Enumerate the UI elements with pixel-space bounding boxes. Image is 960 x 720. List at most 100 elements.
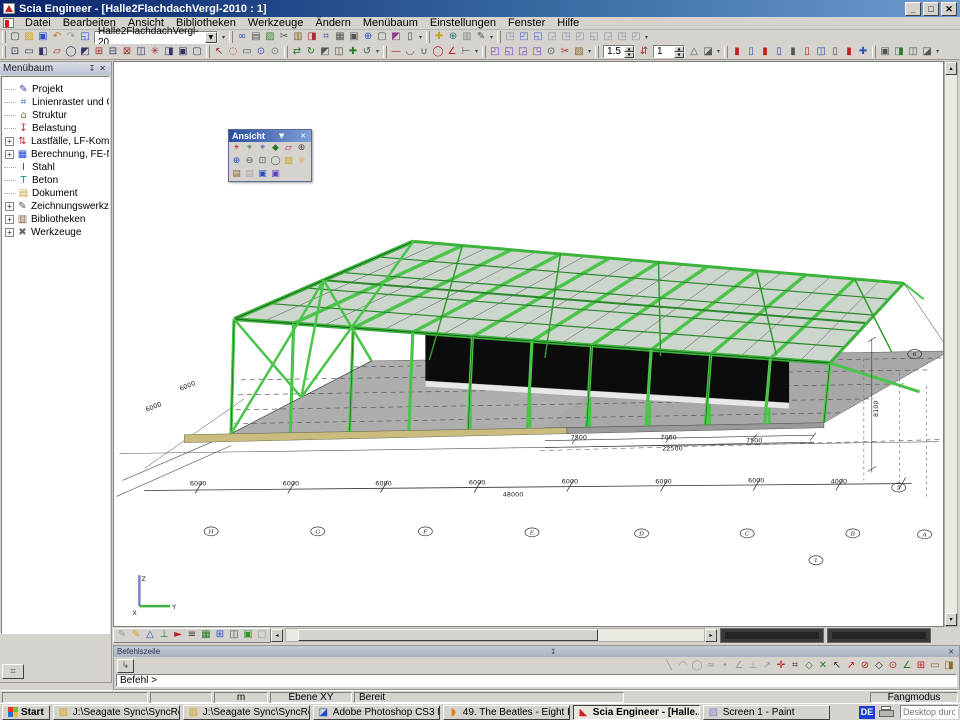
menu-item-datei[interactable]: Datei <box>19 17 57 29</box>
select-add-icon[interactable]: ⊞ <box>92 45 106 58</box>
pin-icon[interactable]: ↧ <box>548 648 558 656</box>
select-polygon-icon[interactable]: ▱ <box>50 45 64 58</box>
render-mode-icon[interactable]: ▧ <box>282 155 295 168</box>
print-preview-icon[interactable]: ⊕ <box>361 31 375 44</box>
menu-item-men-baum[interactable]: Menübaum <box>357 17 424 29</box>
supports-display-icon[interactable]: ⊞ <box>213 629 227 642</box>
print-view-icon[interactable]: ▤ <box>230 168 243 181</box>
member-axes-icon[interactable]: ⊥ <box>157 629 171 642</box>
select-intersect-icon[interactable]: ⊠ <box>120 45 134 58</box>
expand-icon[interactable]: + <box>5 228 14 237</box>
cursor-select-icon[interactable]: ↖ <box>212 45 226 58</box>
grid-settings-icon[interactable]: ⌗ <box>319 31 333 44</box>
view-x-icon[interactable]: ⌖ <box>230 142 243 155</box>
new-document-icon[interactable]: ▢ <box>8 31 22 44</box>
mirror-icon[interactable]: ◫ <box>332 45 346 58</box>
spinner-arrows-icon[interactable]: ▲▼ <box>674 46 684 58</box>
layer-manager-icon[interactable]: ◫ <box>906 45 920 58</box>
select-remove-icon[interactable]: ⊟ <box>106 45 120 58</box>
tree-item-beton[interactable]: TBeton <box>4 174 109 187</box>
draw-line-icon[interactable]: — <box>389 45 403 58</box>
view-window-8-icon[interactable]: ◲ <box>601 31 615 44</box>
select-layer-icon[interactable]: ◫ <box>134 45 148 58</box>
layout-window-3-icon[interactable]: ◲ <box>516 45 530 58</box>
print-data-icon[interactable]: ▤ <box>249 31 263 44</box>
draw-point-tool-icon[interactable]: • <box>718 659 732 672</box>
export-view-icon[interactable]: ▨ <box>572 45 586 58</box>
view-window-7-icon[interactable]: ◱ <box>587 31 601 44</box>
snap-surface-icon[interactable]: ◨ <box>942 659 956 672</box>
rotate-ucs-icon[interactable]: ↻ <box>304 45 318 58</box>
command-history-button[interactable]: ↳ <box>117 659 134 673</box>
steel-beam-icon[interactable]: ▯ <box>744 45 758 58</box>
redo-icon[interactable]: ↷ <box>64 31 78 44</box>
load-display-icon[interactable]: ► <box>171 629 185 642</box>
snap-edge-icon[interactable]: ↗ <box>844 659 858 672</box>
taskbar-task[interactable]: ▨Screen 1 - Paint <box>703 705 830 720</box>
image-export-icon[interactable]: ▨ <box>263 31 277 44</box>
overflow-chevron-icon[interactable]: ▾ <box>473 48 480 55</box>
cut-icon[interactable]: ✂ <box>277 31 291 44</box>
tree-item-linienraster-und-geschosse[interactable]: ⌗Linienraster und Geschosse <box>4 96 109 109</box>
move-icon[interactable]: ✚ <box>346 45 360 58</box>
wireframe-view-icon[interactable]: ▣ <box>269 168 282 181</box>
view-window-9-icon[interactable]: ◳ <box>615 31 629 44</box>
levels-icon[interactable]: △ <box>687 45 701 58</box>
close-icon[interactable]: ✕ <box>946 648 956 656</box>
expand-icon[interactable]: + <box>5 202 14 211</box>
toolbar-grip[interactable] <box>229 31 233 43</box>
tree-item-stahl[interactable]: IStahl <box>4 161 109 174</box>
toolbar-grip[interactable] <box>872 46 876 58</box>
activity-icon[interactable]: ✚ <box>432 31 446 44</box>
zoom-selection-icon[interactable]: ⊕ <box>295 142 308 155</box>
snap-off-icon[interactable]: ⊘ <box>858 659 872 672</box>
language-indicator[interactable]: DE <box>859 706 875 719</box>
open-folder-icon[interactable]: ▨ <box>22 31 36 44</box>
wireframe-icon[interactable]: ✎ <box>115 629 129 642</box>
spinner-arrows-icon[interactable]: ▲▼ <box>624 46 634 58</box>
select-beam-icon[interactable]: ▭ <box>22 45 36 58</box>
mesh-display-icon[interactable]: ▦ <box>199 629 213 642</box>
select-node-icon[interactable]: ⊡ <box>8 45 22 58</box>
tree-item-belastung[interactable]: ↧Belastung <box>4 122 109 135</box>
vertical-scrollbar[interactable]: ▴ ▾ <box>944 61 958 627</box>
view-window-5-icon[interactable]: ◳ <box>559 31 573 44</box>
view-window-3-icon[interactable]: ◱ <box>531 31 545 44</box>
pin-icon[interactable]: ↧ <box>87 64 98 73</box>
toolbar-grip[interactable] <box>284 46 288 58</box>
lasso-select-icon[interactable]: ◌ <box>226 45 240 58</box>
toolbar-grip[interactable] <box>482 46 486 58</box>
panel-tab-menubaum[interactable]: ⌗ <box>2 664 24 679</box>
rotate-icon[interactable]: ↺ <box>360 45 374 58</box>
draw-angle-tool-icon[interactable]: ∠ <box>732 659 746 672</box>
link-icon[interactable]: ∞ <box>235 31 249 44</box>
strip-collapse-icon[interactable]: ◂ <box>271 629 283 642</box>
toolbar-grip[interactable] <box>426 31 430 43</box>
close-icon[interactable]: ✕ <box>97 64 108 73</box>
menu-item-fenster[interactable]: Fenster <box>502 17 551 29</box>
light-toggle-icon[interactable]: ☼ <box>295 155 308 168</box>
command-input[interactable]: Befehl > <box>116 674 957 687</box>
undo-icon[interactable]: ↶ <box>50 31 64 44</box>
table-icon[interactable]: ▦ <box>333 31 347 44</box>
toolbar-grip[interactable] <box>2 31 6 43</box>
rafter-icon[interactable]: ▯ <box>800 45 814 58</box>
select-circle-icon[interactable]: ◯ <box>64 45 78 58</box>
view-z-icon[interactable]: ⌖ <box>256 142 269 155</box>
select-surface-icon[interactable]: ◧ <box>36 45 50 58</box>
taskbar-task[interactable]: ▨J:\Seagate Sync\SyncRe... <box>53 705 180 720</box>
taskbar-task[interactable]: ◪Adobe Photoshop CS3 E... <box>313 705 440 720</box>
overflow-chevron-icon[interactable]: ▾ <box>715 48 722 55</box>
horizontal-scrollbar[interactable] <box>285 628 705 642</box>
snap-intersection-icon[interactable]: ⊞ <box>914 659 928 672</box>
snap-cursor-icon[interactable]: ✛ <box>774 659 788 672</box>
draw-arc-tool-icon[interactable]: ◠ <box>676 659 690 672</box>
minimized-window-bar[interactable] <box>827 628 931 643</box>
zoom-out-icon[interactable]: ⊖ <box>243 155 256 168</box>
menu-item-werkzeuge[interactable]: Werkzeuge <box>242 17 309 29</box>
planes-icon[interactable]: ◪ <box>701 45 715 58</box>
scale-spinner[interactable]: 1.5 ▲▼ <box>603 45 635 58</box>
draw-open-profile-icon[interactable]: ∪ <box>417 45 431 58</box>
overflow-chevron-icon[interactable]: ▾ <box>374 48 381 55</box>
view-flags-icon[interactable]: ⊙ <box>268 45 282 58</box>
